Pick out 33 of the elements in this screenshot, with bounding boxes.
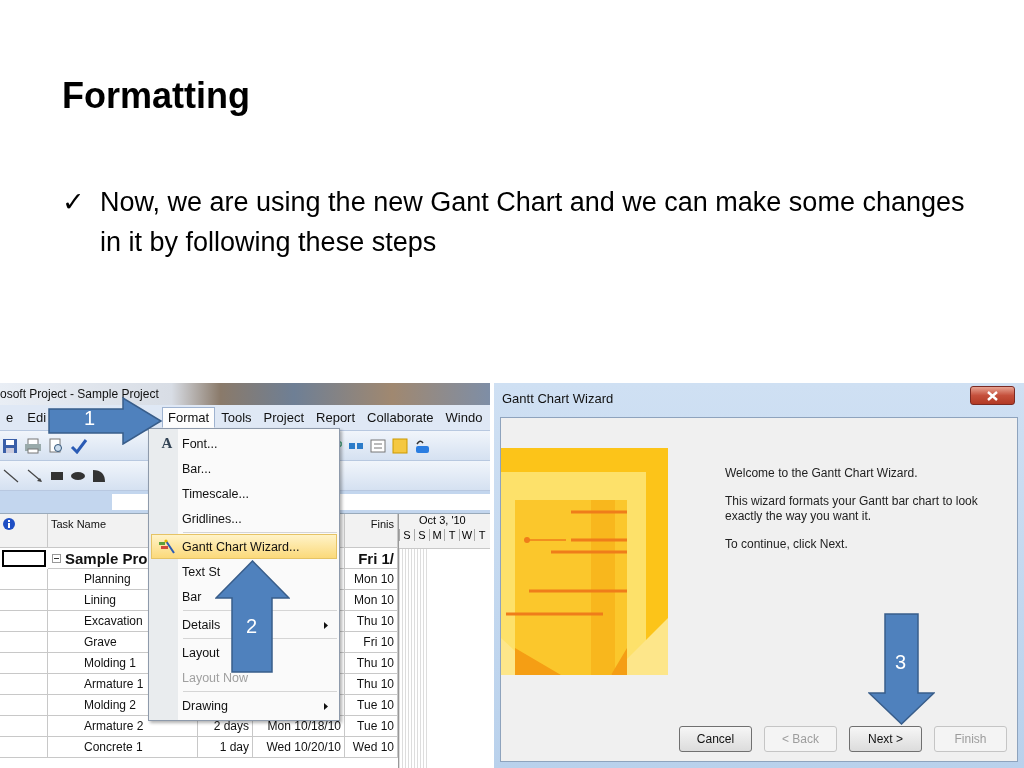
table-cell: Tue 10 [345, 716, 398, 737]
wizard-text: This wizard formats your Gantt bar chart to look exactly the way you want it. [725, 494, 979, 524]
slide-title: Formatting [62, 74, 251, 118]
check-bullet: ✓ [62, 186, 86, 219]
bullet-text: Now, we are using the new Gant Chart and we can make some changes in it by following these steps [100, 186, 966, 259]
table-cell: Fri 10 [345, 632, 398, 653]
wizard-text: Welcome to the Gantt Chart Wizard. [725, 466, 919, 481]
window-title: osoft Project - Sample Project [0, 387, 159, 401]
table-cell: Tue 10 [345, 695, 398, 716]
table-cell: Thu 10 [345, 674, 398, 695]
table-cell: Mon 10 [345, 590, 398, 611]
table-cell: Concrete 1 [48, 737, 198, 758]
table-cell: 1 day [198, 737, 253, 758]
table-cell: Thu 10 [345, 611, 398, 632]
table-cell: Fri 1/ [345, 548, 398, 569]
step-number: 2 [246, 615, 258, 638]
dialog-title: Gantt Chart Wizard [502, 390, 614, 406]
table-cell: Mon 10 [345, 569, 398, 590]
font-icon: A [161, 435, 173, 452]
day-label: S [414, 529, 429, 541]
timescale-label: Oct 3, '10 [418, 514, 467, 528]
table-cell: Wed 10 [345, 737, 398, 758]
day-label: S [399, 529, 414, 541]
day-label: W [459, 529, 474, 541]
day-label: T [474, 529, 489, 541]
step-number: 3 [895, 651, 907, 674]
wizard-text: To continue, click Next. [725, 537, 849, 552]
day-label: T [444, 529, 459, 541]
step-number: 1 [84, 407, 96, 430]
table-cell: Sample Pro [65, 549, 148, 567]
table-cell: Wed 10/20/10 [253, 737, 345, 758]
day-label: M [429, 529, 444, 541]
table-cell: Thu 10 [345, 653, 398, 674]
